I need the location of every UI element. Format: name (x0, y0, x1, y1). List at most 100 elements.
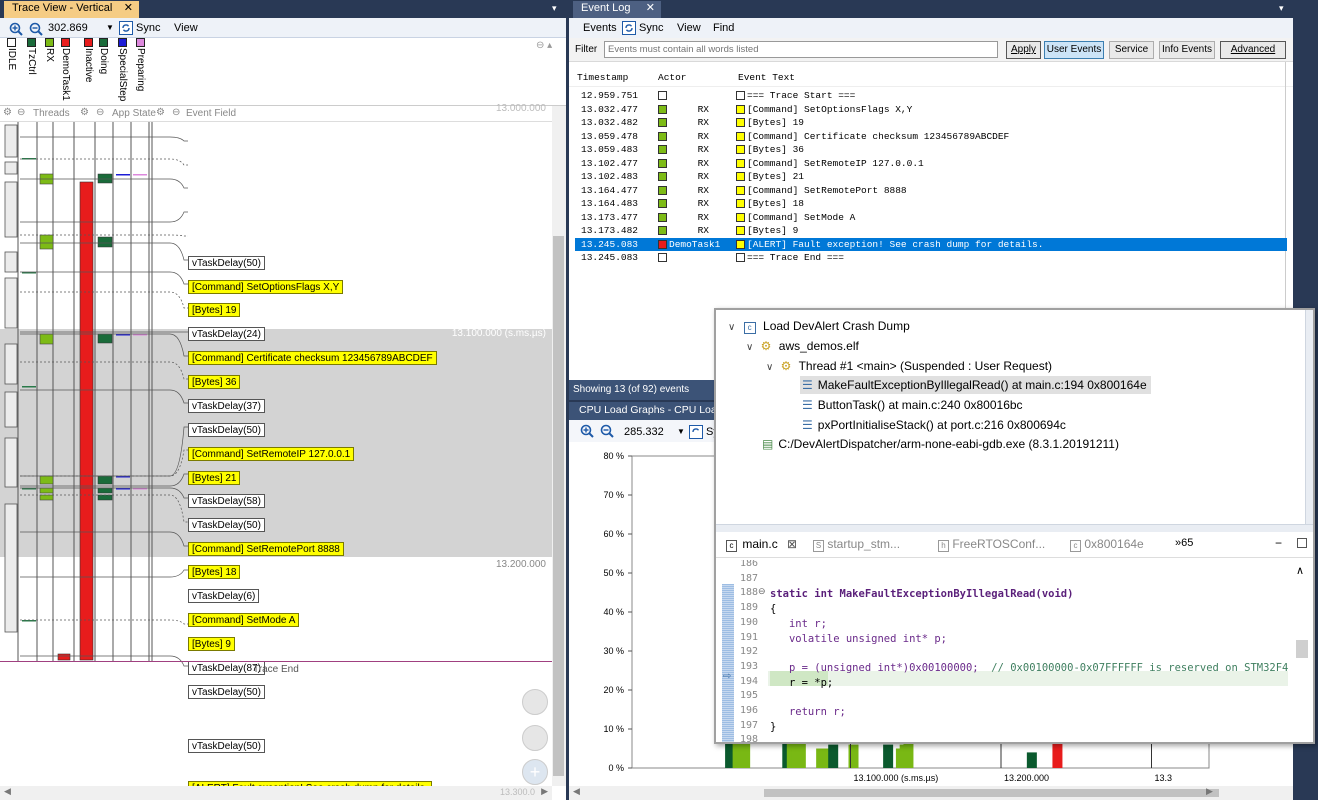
add-icon[interactable]: + (522, 759, 548, 785)
event-row[interactable]: 13.245.083 === Trace End === (575, 251, 1287, 264)
info-events-button[interactable]: Info Events (1159, 41, 1215, 59)
timeline-event-label[interactable]: [Bytes] 21 (188, 471, 241, 485)
view-menu[interactable]: View (677, 22, 701, 34)
timeline-event-label[interactable]: [Bytes] 36 (188, 375, 241, 389)
zoom-in-icon[interactable] (8, 21, 24, 37)
timeline-event-label[interactable]: vTaskDelay(50) (188, 256, 265, 270)
tab-event-log[interactable]: Event Log ✕ (573, 1, 661, 18)
vertical-scrollbar[interactable] (552, 106, 566, 786)
timeline-event-label[interactable]: vTaskDelay(50) (188, 518, 265, 532)
event-row[interactable]: 13.032.482 RX [Bytes] 19 (575, 116, 1287, 129)
fold-icon[interactable]: ⊖ (758, 586, 766, 597)
code-scrollbar-thumb[interactable] (1296, 640, 1308, 658)
sync-icon[interactable] (689, 425, 703, 439)
collapse-icon[interactable]: ⊖ ▴ (536, 40, 552, 51)
event-row[interactable]: 12.959.751 === Trace Start === (575, 89, 1287, 102)
legend-item[interactable]: IDLE (6, 38, 19, 70)
actor-header[interactable]: Actor (658, 72, 687, 83)
editor-tab[interactable]: h FreeRTOSConf... (938, 537, 1045, 552)
zoom-dropdown-icon[interactable]: ▼ (106, 23, 114, 32)
scroll-left-icon[interactable]: ◀ (4, 786, 11, 797)
sync-button[interactable]: Sync (136, 22, 160, 34)
timeline-event-label[interactable]: [Command] SetMode A (188, 613, 300, 627)
code-line[interactable]: r = *p; (770, 676, 1313, 691)
timeline-area[interactable]: 13.100.000 (s.ms.µs) 13.200.000 vTaskDel… (0, 122, 552, 786)
debug-tree-thread[interactable]: ∨ ⚙ Thread #1 <main> (Suspended : User R… (766, 357, 1052, 375)
gear-icon[interactable]: ⚙ (3, 107, 12, 118)
chevron-down-icon[interactable]: ∨ (746, 342, 753, 353)
maximize-icon[interactable] (1297, 538, 1307, 548)
timeline-event-label[interactable]: [Command] SetRemotePort 8888 (188, 542, 344, 556)
event-row[interactable]: 13.173.477 RX [Command] SetMode A (575, 211, 1287, 224)
minus-icon[interactable]: ⊖ (17, 107, 25, 118)
code-line[interactable]: return r; (770, 705, 1313, 720)
scroll-left-icon[interactable]: ◀ (573, 786, 580, 797)
close-icon[interactable]: ✕ (124, 1, 133, 14)
code-line[interactable]: int r; (770, 617, 1313, 632)
code-line[interactable] (770, 734, 1313, 742)
timeline-event-label[interactable]: [Bytes] 18 (188, 565, 241, 579)
tab-cpu-load[interactable]: CPU Load Graphs - CPU Load.. (571, 403, 734, 420)
timeline-event-label[interactable]: [Command] SetOptionsFlags X,Y (188, 280, 344, 294)
zoom-level-field[interactable]: 302.869 (48, 22, 88, 34)
filter-input[interactable] (604, 41, 998, 58)
event-row[interactable]: 13.245.083 DemoTask1 [ALERT] Fault excepti… (575, 237, 1287, 251)
sync-button[interactable]: Sync (639, 22, 663, 34)
scroll-right-icon[interactable]: ▶ (1206, 786, 1213, 797)
stack-frame[interactable]: ☰ ButtonTask() at main.c:240 0x80016bc (802, 396, 1023, 414)
code-scroll-up-icon[interactable]: ∧ (1296, 564, 1304, 577)
event-row[interactable]: 13.059.483 RX [Bytes] 36 (575, 143, 1287, 156)
timeline-event-label[interactable]: vTaskDelay(24) (188, 327, 265, 341)
timeline-event-label[interactable]: vTaskDelay(37) (188, 399, 265, 413)
event-row[interactable]: 13.059.478 RX [Command] Certificate checks… (575, 130, 1287, 143)
tab-trace-view[interactable]: Trace View - Vertical ✕ (4, 1, 139, 18)
events-menu[interactable]: Events (583, 22, 617, 34)
chevron-down-icon[interactable]: ∨ (728, 322, 735, 333)
zoom-icon[interactable] (522, 725, 548, 751)
timestamp-header[interactable]: Timestamp (577, 72, 628, 83)
legend-item[interactable]: Inactive (83, 38, 96, 82)
find-menu[interactable]: Find (713, 22, 734, 34)
horizontal-scrollbar[interactable]: ◀ ▶ (569, 786, 1293, 800)
event-row[interactable]: 13.032.477 RX [Command] SetOptionsFlags X,… (575, 103, 1287, 116)
timeline-event-label[interactable]: [Command] SetRemoteIP 127.0.0.1 (188, 447, 355, 461)
view-menu[interactable]: View (174, 22, 198, 34)
gear-icon[interactable]: ⚙ (156, 107, 165, 118)
code-line[interactable]: static int MakeFaultExceptionByIllegalRe… (770, 587, 1313, 602)
code-line[interactable]: p = (unsigned int*)0x00100000; // 0x0010… (770, 661, 1313, 676)
minus-icon[interactable]: ⊖ (172, 107, 180, 118)
editor-tab[interactable]: c 0x800164e (1070, 537, 1144, 552)
pan-icon[interactable] (522, 689, 548, 715)
scrollbar-thumb[interactable] (553, 236, 564, 776)
editor-tab[interactable]: S startup_stm... (813, 537, 900, 552)
minus-icon[interactable]: ⊖ (96, 107, 104, 118)
apply-button[interactable]: Apply (1006, 41, 1041, 59)
code-editor[interactable]: ⇨ ⊖ 186 187 188 static int MakeFaultExcepti… (716, 560, 1313, 742)
advanced-button[interactable]: Advanced (1220, 41, 1286, 59)
horizontal-scrollbar[interactable]: ◀ 13.300.0 ▶ (0, 786, 552, 800)
timeline-event-label[interactable]: vTaskDelay(58) (188, 494, 265, 508)
event-row[interactable]: 13.102.483 RX [Bytes] 21 (575, 170, 1287, 183)
debug-tree-gdb[interactable]: ▤ C:/DevAlertDispatcher/arm-none-eabi-gdb… (762, 435, 1119, 453)
zoom-level-field[interactable]: 285.332 (624, 426, 664, 438)
stack-frame-selected[interactable]: ☰ MakeFaultExceptionByIllegalRead() at ma… (800, 376, 1151, 394)
zoom-out-icon[interactable] (28, 21, 44, 37)
gear-icon[interactable]: ⚙ (80, 107, 89, 118)
legend-item[interactable]: RX (44, 38, 57, 62)
code-line[interactable] (770, 573, 1313, 588)
event-row[interactable]: 13.173.482 RX [Bytes] 9 (575, 224, 1287, 237)
close-icon[interactable]: ✕ (646, 1, 655, 14)
legend-item[interactable]: Doing (98, 38, 111, 74)
code-line[interactable]: volatile unsigned int* p; (770, 632, 1313, 647)
event-text-header[interactable]: Event Text (738, 72, 795, 83)
sync-icon[interactable] (119, 21, 133, 35)
legend-item[interactable]: TzCtrl (26, 38, 39, 75)
stack-frame[interactable]: ☰ pxPortInitialiseStack() at port.c:216 0… (802, 416, 1066, 434)
panel-menu-icon[interactable]: ▾ (1279, 3, 1284, 14)
service-button[interactable]: Service (1109, 41, 1154, 59)
zoom-in-icon[interactable] (579, 423, 595, 439)
timeline-event-label[interactable]: [Bytes] 9 (188, 637, 235, 651)
event-row[interactable]: 13.102.477 RX [Command] SetRemoteIP 127.0.… (575, 157, 1287, 170)
code-line[interactable]: } (770, 720, 1313, 735)
panel-menu-icon[interactable]: ▾ (552, 3, 557, 14)
